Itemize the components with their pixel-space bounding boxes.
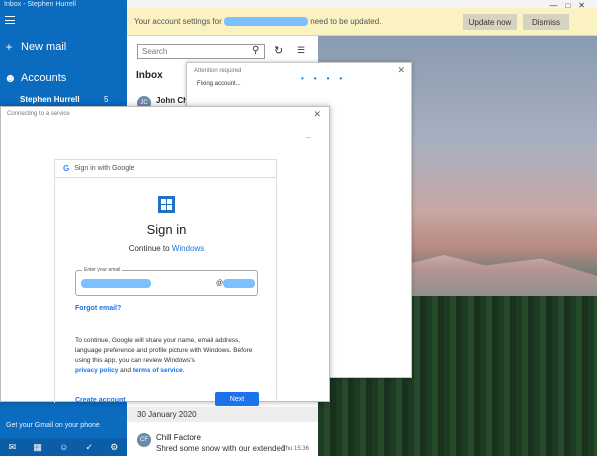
next-button[interactable]: Next	[215, 392, 259, 406]
avatar: CF	[137, 433, 151, 447]
people-icon[interactable]: ☺	[59, 442, 68, 452]
connecting-dialog: Connecting to a service ✕ ← G Sign in wi…	[0, 106, 330, 406]
date-group-header: 30 January 2020	[127, 407, 318, 422]
accounts-button[interactable]: ☻ Accounts	[4, 71, 66, 85]
email-field-label: Enter your email	[82, 267, 123, 273]
todo-icon[interactable]: ✓	[86, 442, 94, 453]
attention-dialog-title: Attention required	[194, 68, 242, 74]
close-icon[interactable]: ✕	[397, 65, 405, 76]
hamburger-menu-icon[interactable]	[5, 16, 15, 24]
create-account-link[interactable]: Create account	[75, 397, 126, 404]
calendar-icon[interactable]: ▦	[33, 442, 42, 453]
notification-text-before: Your account settings for	[134, 17, 222, 26]
google-header-label: Sign in with Google	[74, 165, 135, 172]
attention-message: Fixing account...	[197, 81, 241, 87]
terms-of-service-link[interactable]: terms of service	[133, 367, 183, 374]
message-sender[interactable]: Chill Factore	[156, 433, 201, 442]
sidebar-bottom-bar: ✉ ▦ ☺ ✓ ⚙	[0, 438, 127, 456]
email-field[interactable]: Enter your email @	[75, 267, 258, 296]
account-name[interactable]: Stephen Hurrell	[20, 95, 80, 104]
loading-dots-icon: ••••	[301, 74, 353, 83]
notification-text: Your account settings for need to be upd…	[134, 17, 382, 27]
continue-to-text: Continue to Windows	[55, 244, 278, 253]
message-subject[interactable]: Shred some snow with our extended	[156, 444, 285, 453]
window-controls[interactable]: —□✕	[549, 1, 593, 10]
sync-icon[interactable]: ↻	[274, 44, 283, 57]
gmail-promo-link[interactable]: Get your Gmail on your phone	[6, 422, 100, 429]
account-settings-notification: —□✕ Your account settings for need to be…	[127, 1, 597, 36]
accounts-label: Accounts	[21, 72, 67, 84]
google-g-icon: G	[63, 164, 70, 173]
search-icon[interactable]: ⚲	[252, 45, 259, 56]
new-mail-label: New mail	[21, 41, 67, 53]
plus-icon: +	[5, 40, 13, 54]
window-title: Inbox - Stephen Hurrell	[4, 1, 76, 8]
message-time: Thu 15:36	[282, 446, 310, 452]
google-signin-header: G Sign in with Google	[55, 160, 276, 178]
and-word: and	[120, 367, 132, 374]
google-signin-card: G Sign in with Google Sign in Continue t…	[54, 159, 278, 406]
filter-icon[interactable]: ☰	[297, 45, 305, 56]
new-mail-button[interactable]: + New mail	[4, 40, 66, 54]
windows-logo-icon	[158, 196, 175, 213]
consent-info-text: To continue, Google will share your name…	[75, 337, 253, 374]
notification-text-after: need to be updated.	[310, 17, 382, 26]
forgot-email-link[interactable]: Forgot email?	[75, 305, 121, 312]
account-unread-count: 5	[104, 95, 109, 104]
inbox-heading: Inbox	[136, 70, 163, 81]
settings-gear-icon[interactable]: ⚙	[110, 442, 118, 453]
privacy-policy-link[interactable]: privacy policy	[75, 367, 118, 374]
redacted-account	[224, 17, 308, 27]
dismiss-button[interactable]: Dismiss	[523, 14, 569, 30]
person-icon: ☻	[4, 71, 17, 85]
message-sender[interactable]: John Ch	[156, 96, 188, 105]
connecting-dialog-title: Connecting to a service	[7, 111, 70, 117]
continue-brand[interactable]: Windows	[172, 244, 204, 253]
update-now-button[interactable]: Update now	[463, 14, 517, 30]
back-arrow-icon[interactable]: ←	[305, 132, 313, 141]
mail-icon[interactable]: ✉	[9, 442, 17, 453]
signin-title: Sign in	[146, 222, 187, 237]
redacted-email-user	[81, 279, 151, 288]
search-input[interactable]: Search	[137, 44, 265, 59]
continue-prefix: Continue to	[128, 244, 170, 253]
redacted-email-domain	[223, 279, 255, 288]
close-icon[interactable]: ✕	[313, 109, 321, 120]
consent-body: To continue, Google will share your name…	[75, 337, 253, 364]
